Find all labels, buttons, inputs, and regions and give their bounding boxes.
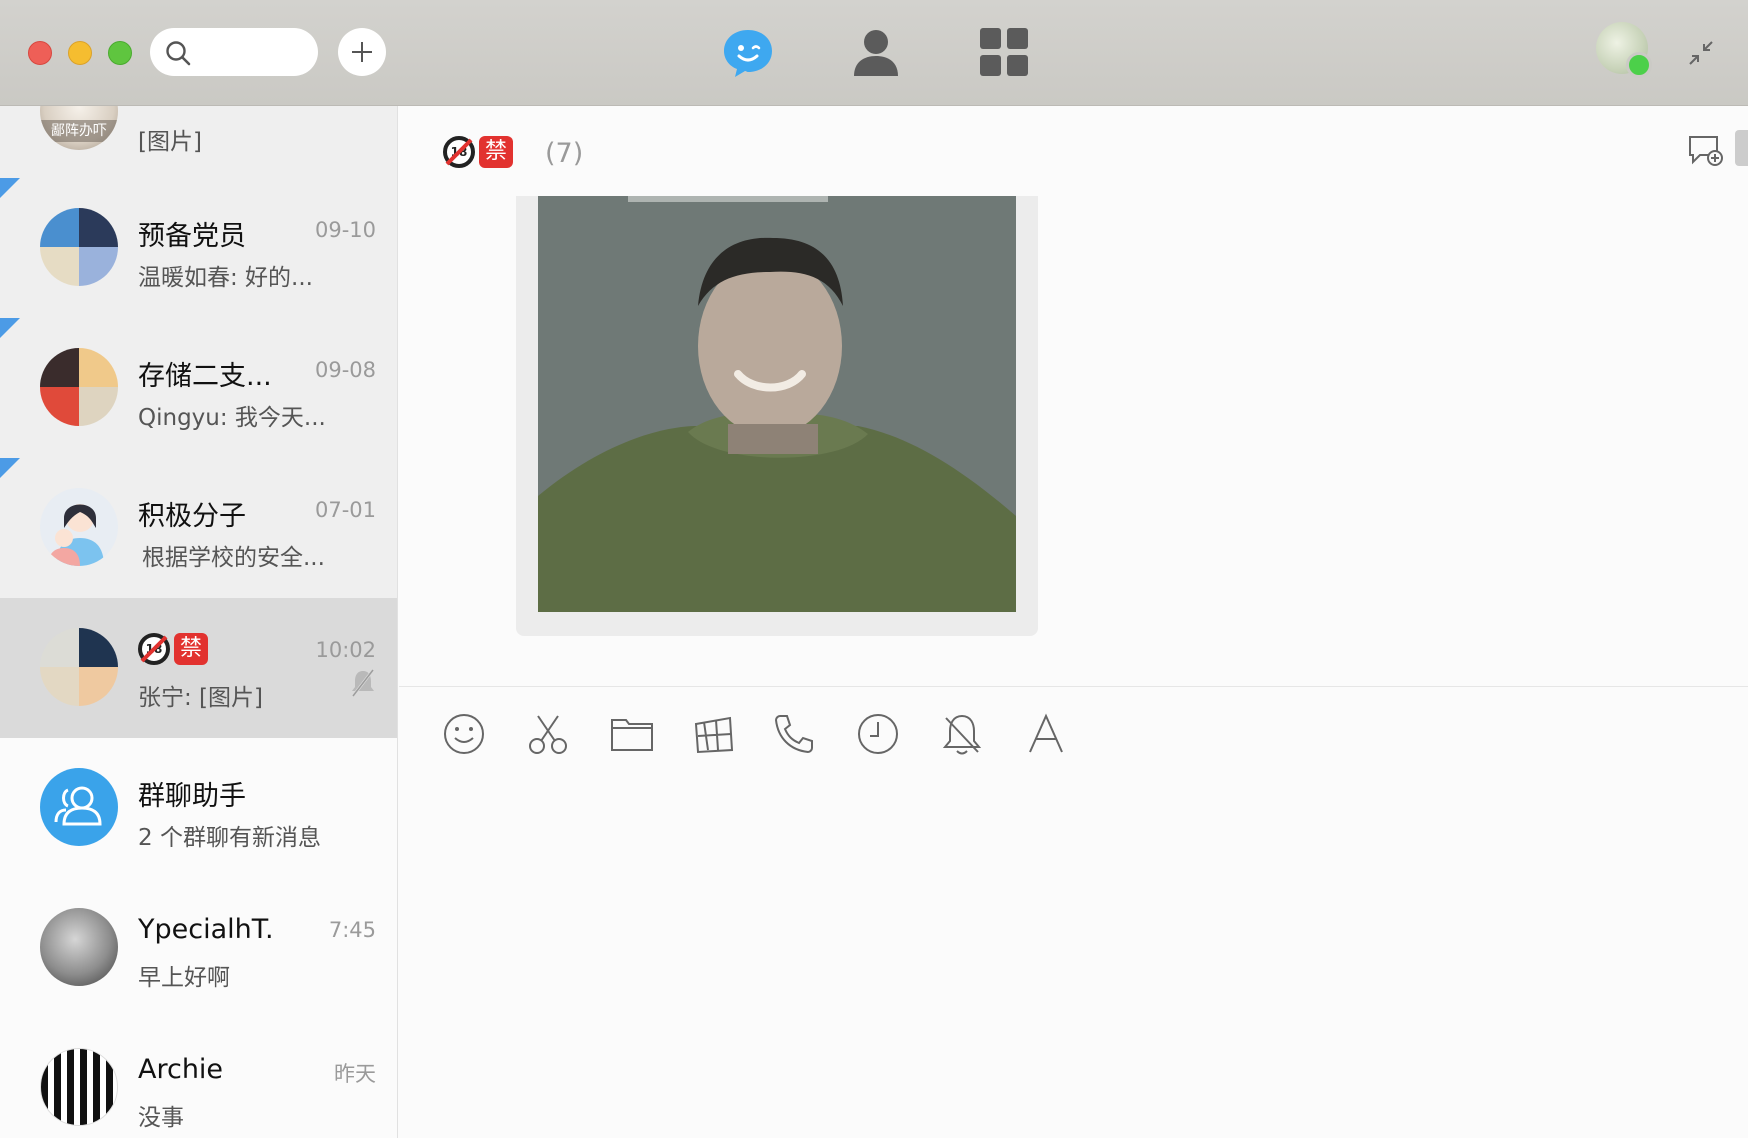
group-avatar xyxy=(40,348,118,426)
online-status-badge xyxy=(1626,52,1652,78)
close-window-button[interactable] xyxy=(28,41,52,65)
history-button[interactable] xyxy=(854,710,902,758)
chat-header: 18 禁 (7) xyxy=(399,106,1748,196)
conversation-last-message: 2 个群聊有新消息 xyxy=(138,825,321,851)
adult-18-icon: 18 xyxy=(443,136,475,168)
person-icon xyxy=(854,30,898,76)
conversation-name: Archie xyxy=(138,1054,224,1085)
font-icon xyxy=(1029,713,1063,753)
adult-18-icon: 18 xyxy=(138,632,170,665)
voice-call-button[interactable] xyxy=(770,710,818,758)
conversation-item[interactable]: 积极分子 07-01 根据学校的安全... xyxy=(0,458,397,598)
emoji-icon xyxy=(444,714,484,754)
conversation-last-message: [图片] xyxy=(138,129,202,155)
screenshot-scissors-button[interactable] xyxy=(524,710,572,758)
send-file-button[interactable] xyxy=(608,710,656,758)
plus-icon xyxy=(352,42,372,62)
conversation-name: 积极分子 xyxy=(138,501,246,532)
conversation-item[interactable]: 预备党员 09-10 温暖如春: 好的... xyxy=(0,178,397,318)
member-count: (7) xyxy=(545,138,584,169)
new-chat-bubble-icon[interactable] xyxy=(1687,134,1723,166)
forbidden-badge: 禁 xyxy=(479,136,513,168)
screenshot-icon xyxy=(694,716,734,754)
zoom-window-button[interactable] xyxy=(108,41,132,65)
avatar xyxy=(40,1048,118,1126)
conversation-name: 群聊助手 xyxy=(138,781,246,812)
pinned-indicator xyxy=(0,318,20,338)
avatar xyxy=(40,488,118,566)
message-image[interactable] xyxy=(538,196,1016,612)
side-panel-toggle[interactable] xyxy=(1735,130,1748,166)
font-style-button[interactable] xyxy=(1022,710,1070,758)
search-icon xyxy=(166,41,191,66)
scissors-icon xyxy=(529,715,567,754)
conversation-time: 昨天 xyxy=(334,1062,376,1086)
conversation-name: YpecialhT. xyxy=(138,914,274,945)
conversation-list[interactable]: 鄙阵办吓 [图片] 预备党员 09-10 温暖如春: 好的... 存储二支...… xyxy=(0,106,398,1138)
nav-chat-tab[interactable] xyxy=(720,24,776,80)
conversation-item[interactable]: 群聊助手 2 个群聊有新消息 xyxy=(0,738,397,878)
conversation-name: 存储二支... xyxy=(138,361,272,392)
folder-icon xyxy=(611,719,653,751)
group-avatar xyxy=(40,628,118,706)
people-illustration-icon xyxy=(48,504,104,566)
pinned-indicator xyxy=(0,178,20,198)
conversation-item[interactable]: 存储二支... 09-08 Qingyu: 我今天... xyxy=(0,318,397,458)
phone-icon xyxy=(774,715,813,754)
conversation-name-badges: 18 禁 xyxy=(138,632,298,665)
divider xyxy=(399,686,1748,687)
chat-title: 18 禁 xyxy=(443,136,513,168)
avatar-overlay-text: 鄙阵办吓 xyxy=(40,120,118,142)
grid-apps-icon xyxy=(980,28,1028,76)
conversation-item[interactable]: YpecialhT. 7:45 早上好啊 xyxy=(0,878,397,1018)
conversation-last-message: 张宁: [图片] xyxy=(138,685,264,711)
group-avatar xyxy=(40,208,118,286)
conversation-last-message: 温暖如春: 好的... xyxy=(138,265,313,291)
photo-person-image xyxy=(538,196,1016,612)
bell-off-icon xyxy=(942,714,982,755)
conversation-last-message: 根据学校的安全... xyxy=(142,545,325,571)
collapse-window-button[interactable] xyxy=(1686,38,1716,68)
clock-icon xyxy=(858,714,898,754)
emoji-button[interactable] xyxy=(440,710,488,758)
conversation-time: 7:45 xyxy=(328,918,376,942)
create-button[interactable] xyxy=(338,28,386,76)
avatar xyxy=(40,908,118,986)
message-input-area[interactable] xyxy=(399,687,1748,1138)
forbidden-badge: 禁 xyxy=(174,632,208,665)
conversation-time: 09-10 xyxy=(314,218,376,242)
conversation-item-selected[interactable]: 18 禁 10:02 张宁: [图片] xyxy=(0,598,397,738)
conversation-last-message: 没事 xyxy=(138,1105,184,1131)
chat-bubble-icon xyxy=(724,30,772,77)
nav-contacts-tab[interactable] xyxy=(848,24,904,80)
conversation-last-message: 早上好啊 xyxy=(138,965,230,991)
screen-capture-button[interactable] xyxy=(690,710,738,758)
conversation-item[interactable]: Archie 昨天 没事 xyxy=(0,1018,397,1138)
conversation-last-message: Qingyu: 我今天... xyxy=(138,405,326,431)
title-bar xyxy=(0,0,1748,106)
group-people-icon xyxy=(54,786,102,826)
avatar: 鄙阵办吓 xyxy=(40,106,118,150)
shrink-arrows-icon xyxy=(1689,41,1713,65)
conversation-time: 07-01 xyxy=(314,498,376,522)
pinned-indicator xyxy=(0,458,20,478)
search-input[interactable] xyxy=(150,28,318,76)
group-assistant-avatar xyxy=(40,768,118,846)
conversation-time: 09-08 xyxy=(314,358,376,382)
minimize-window-button[interactable] xyxy=(68,41,92,65)
nav-apps-tab[interactable] xyxy=(976,24,1032,80)
mute-notifications-button[interactable] xyxy=(938,710,986,758)
conversation-item[interactable]: 鄙阵办吓 [图片] xyxy=(0,106,397,182)
mute-bell-icon xyxy=(351,669,375,697)
conversation-time: 10:02 xyxy=(315,638,376,662)
conversation-name: 预备党员 xyxy=(138,221,246,252)
